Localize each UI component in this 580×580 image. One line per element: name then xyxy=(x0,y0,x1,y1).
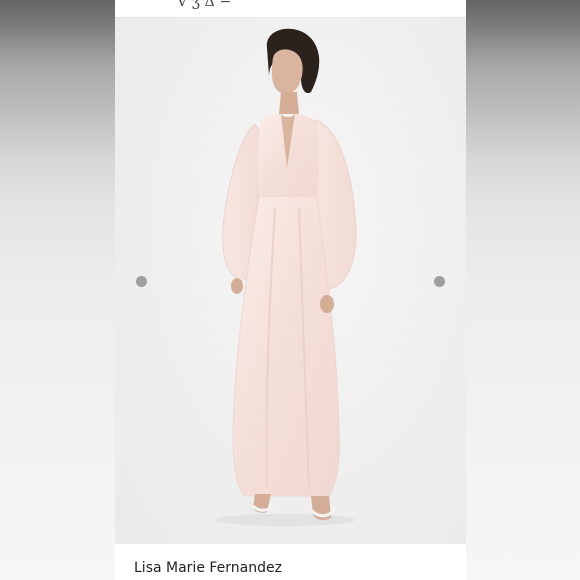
left-background-panel xyxy=(0,0,115,580)
listing-card: V ʒ Δ − xyxy=(115,0,466,580)
model-illustration xyxy=(215,28,357,526)
next-image-button[interactable] xyxy=(434,276,445,287)
previous-image-button[interactable] xyxy=(136,276,147,287)
brand-name[interactable]: Lisa Marie Fernandez xyxy=(134,560,282,576)
right-background-panel xyxy=(466,0,580,580)
product-photo[interactable] xyxy=(115,18,466,544)
card-header: V ʒ Δ − xyxy=(115,0,466,18)
brand-logo: V ʒ Δ − xyxy=(177,0,233,10)
